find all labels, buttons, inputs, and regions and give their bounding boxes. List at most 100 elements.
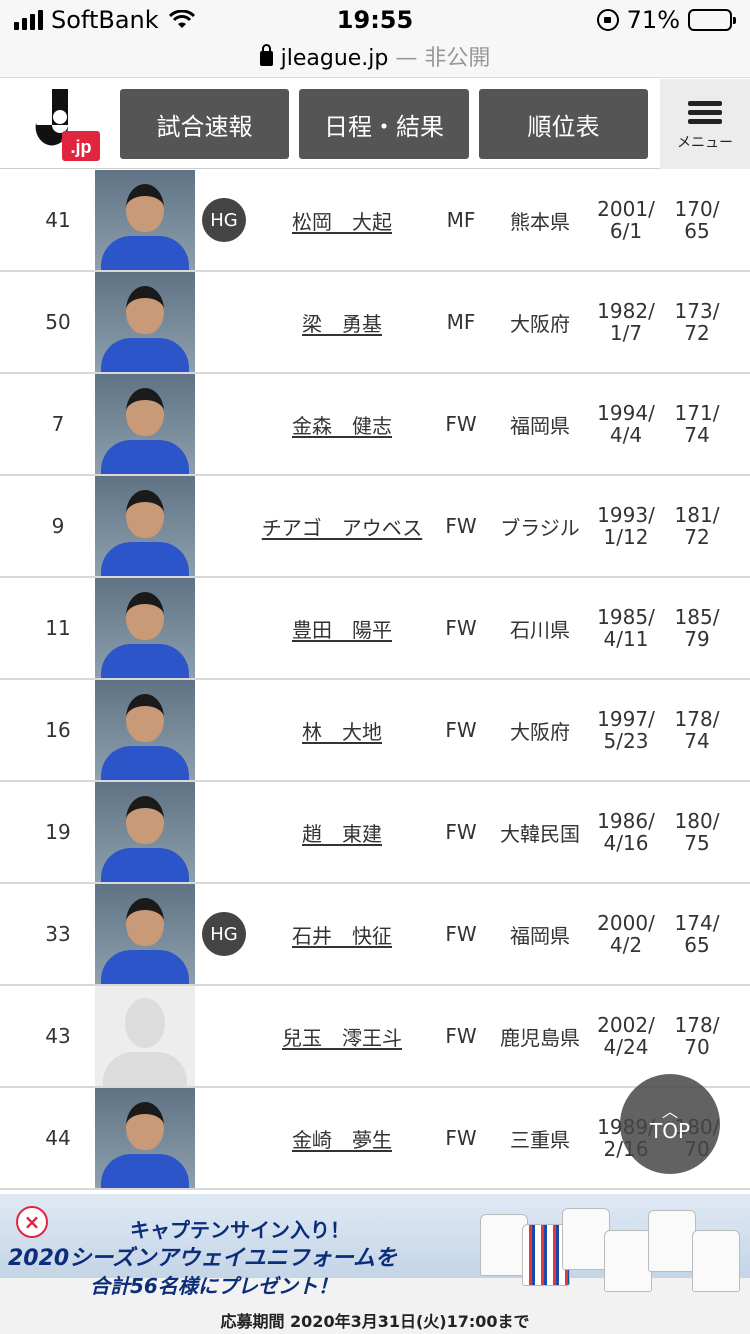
jersey-image (692, 1230, 740, 1292)
player-birthdate: 1997/5/23 (588, 680, 664, 780)
player-photo-cell (95, 476, 195, 576)
player-position: FW (445, 922, 477, 946)
player-name-link[interactable]: 金崎 夢生 (292, 1124, 392, 1153)
player-origin: 石川県 (510, 617, 570, 642)
player-height: 178/ (674, 707, 720, 731)
player-photo-cell (95, 1088, 195, 1188)
player-name-link[interactable]: 趙 東建 (302, 818, 382, 847)
player-name-link[interactable]: 兒玉 澪王斗 (282, 1022, 402, 1051)
player-number: 44 (45, 1126, 71, 1150)
homegrown-cell (198, 986, 250, 1086)
homegrown-cell (198, 1088, 250, 1188)
player-number: 19 (45, 820, 71, 844)
player-origin: 福岡県 (510, 413, 570, 438)
birth-monthday: 5/23 (603, 729, 649, 753)
player-height: 180/ (674, 809, 720, 833)
player-name-link[interactable]: 金森 健志 (292, 410, 392, 439)
banner-period: 応募期間 2020年3月31日(火)17:00まで (220, 1312, 530, 1331)
player-position: FW (445, 1024, 477, 1048)
player-birthdate: 2002/4/24 (588, 986, 664, 1086)
player-name-cell: 金森 健志 (256, 374, 428, 474)
player-name-cell: 石井 快征 (256, 884, 428, 984)
homegrown-cell (198, 782, 250, 882)
chevron-up-icon: ︿ (661, 1102, 678, 1121)
player-number: 9 (51, 514, 65, 538)
promo-banner[interactable]: × キャプテンサイン入り！ 2020シーズンアウェイユニフォームを 合計56名様… (0, 1194, 750, 1334)
birth-year: 1985/ (597, 605, 655, 629)
player-origin: ブラジル (500, 515, 580, 540)
player-photo (95, 476, 195, 576)
player-origin: 大阪府 (510, 311, 570, 336)
close-icon[interactable]: × (16, 1206, 48, 1238)
birth-monthday: 4/4 (609, 423, 643, 447)
player-name-link[interactable]: 松岡 大起 (292, 206, 392, 235)
nav-standings-button[interactable]: 順位表 (479, 89, 648, 159)
battery-percent: 71% (626, 6, 680, 34)
player-photo-cell (95, 170, 195, 270)
player-weight: 65 (684, 219, 710, 243)
player-height: 181/ (674, 503, 720, 527)
player-origin: 大韓民国 (500, 821, 580, 846)
player-name-cell: 梁 勇基 (256, 272, 428, 372)
player-name-link[interactable]: 梁 勇基 (302, 308, 382, 337)
player-photo (95, 272, 195, 372)
player-photo-cell (95, 680, 195, 780)
banner-line3: 合計56名様にプレゼント！ (90, 1274, 338, 1298)
player-row: 41 HG 松岡 大起 MF 熊本県 2001/6/1 170/65 (0, 170, 750, 272)
birth-monthday: 6/1 (609, 219, 643, 243)
player-height: 170/ (674, 197, 720, 221)
menu-button[interactable]: メニュー (660, 79, 750, 169)
player-height-weight: 185/79 (666, 578, 728, 678)
player-name-link[interactable]: 豊田 陽平 (292, 614, 392, 643)
player-name-link[interactable]: チアゴ アウベス (262, 512, 422, 541)
player-number: 50 (45, 310, 71, 334)
player-photo-cell (95, 374, 195, 474)
player-height: 171/ (674, 401, 720, 425)
player-name-cell: 豊田 陽平 (256, 578, 428, 678)
player-photo-cell (95, 272, 195, 372)
player-photo (95, 578, 195, 678)
birth-monthday: 4/2 (609, 933, 643, 957)
player-origin: 三重県 (510, 1127, 570, 1152)
player-birthdate: 2000/4/2 (588, 884, 664, 984)
player-name-cell: チアゴ アウベス (256, 476, 428, 576)
homegrown-badge: HG (202, 198, 246, 242)
player-birthdate: 1985/4/11 (588, 578, 664, 678)
jleague-logo[interactable]: .jp (30, 87, 102, 163)
homegrown-cell: HG (198, 884, 250, 984)
player-row: 33 HG 石井 快征 FW 福岡県 2000/4/2 174/65 (0, 884, 750, 986)
player-weight: 74 (684, 423, 710, 447)
player-number: 33 (45, 922, 71, 946)
player-position: MF (446, 208, 476, 232)
player-name-link[interactable]: 石井 快征 (292, 920, 392, 949)
player-photo (95, 884, 195, 984)
player-weight: 74 (684, 729, 710, 753)
player-name-cell: 松岡 大起 (256, 170, 428, 270)
player-name-cell: 趙 東建 (256, 782, 428, 882)
battery-icon (688, 9, 736, 31)
player-position: FW (445, 820, 477, 844)
player-photo (95, 782, 195, 882)
player-position: FW (445, 1126, 477, 1150)
nav-match-live-button[interactable]: 試合速報 (120, 89, 289, 159)
player-name-link[interactable]: 林 大地 (302, 716, 382, 745)
player-height-weight: 178/70 (666, 986, 728, 1086)
player-position: FW (445, 718, 477, 742)
player-photo-cell (95, 578, 195, 678)
player-birthdate: 1993/1/12 (588, 476, 664, 576)
player-height-weight: 173/72 (666, 272, 728, 372)
player-height-weight: 180/75 (666, 782, 728, 882)
player-name-cell: 金崎 夢生 (256, 1088, 428, 1188)
nav-schedule-results-button[interactable]: 日程・結果 (299, 89, 469, 159)
jersey-image (480, 1214, 528, 1276)
address-bar[interactable]: jleague.jp — 非公開 (0, 40, 750, 72)
birth-year: 1994/ (597, 401, 655, 425)
site-header: .jp 試合速報 日程・結果 順位表 メニュー (0, 79, 750, 169)
birth-year: 2002/ (597, 1013, 655, 1037)
player-height-weight: 178/74 (666, 680, 728, 780)
birth-monthday: 4/24 (603, 1035, 649, 1059)
player-position: FW (445, 514, 477, 538)
banner-line2: 2020シーズンアウェイユニフォームを (8, 1246, 398, 1271)
scroll-top-button[interactable]: ︿ TOP (620, 1074, 720, 1174)
birth-year: 1993/ (597, 503, 655, 527)
